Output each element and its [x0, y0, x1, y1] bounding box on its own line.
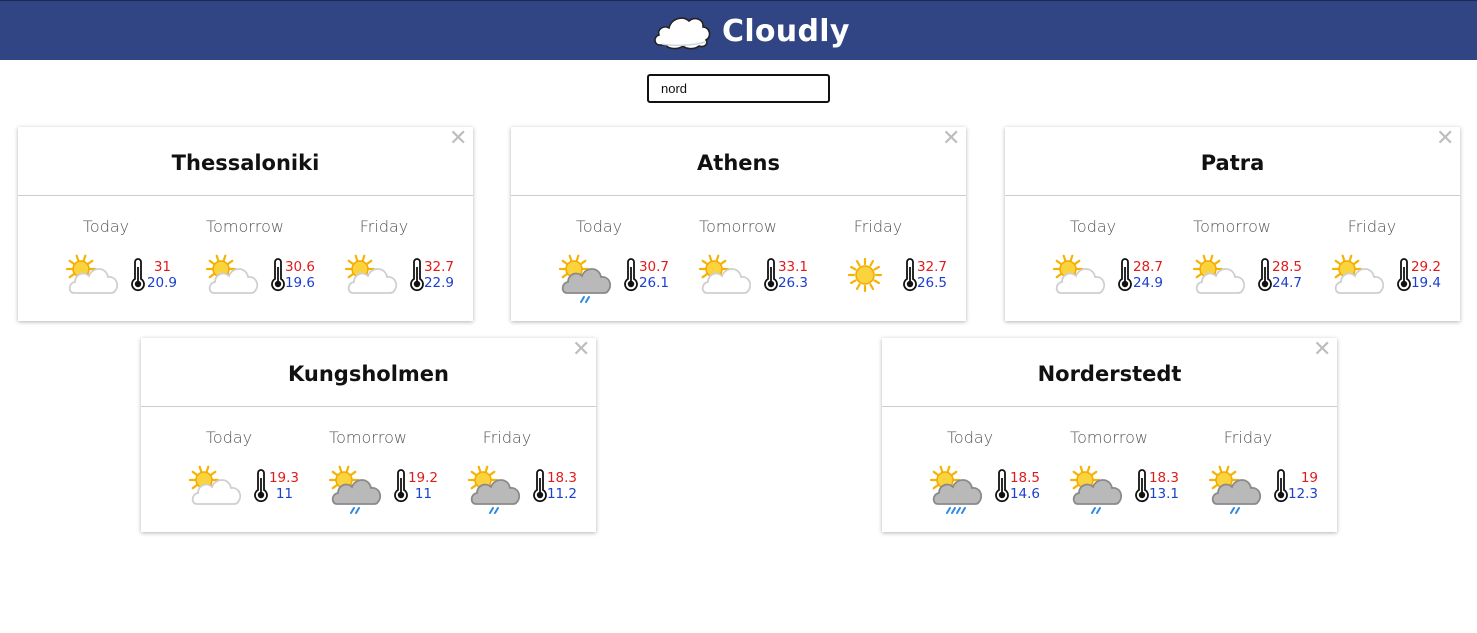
divider	[141, 406, 596, 407]
day-label: Tomorrow	[699, 217, 777, 236]
day-label: Tomorrow	[329, 428, 407, 447]
light-rain-icon	[328, 462, 384, 514]
light-rain-icon	[467, 462, 523, 514]
city-card: ✕ Patra Today Tomorrow Friday 28.7 24.9 …	[1005, 127, 1460, 321]
city-card: ✕ Norderstedt Today Tomorrow Friday 18.5…	[882, 338, 1337, 532]
brand: Cloudly	[652, 9, 850, 53]
partly-cloudy-icon	[188, 462, 244, 514]
partly-cloudy-icon	[205, 251, 261, 303]
day-label: Today	[82, 217, 130, 236]
partly-cloudy-icon	[1052, 251, 1108, 303]
city-card: ✕ Thessaloniki Today Tomorrow Friday 31 …	[18, 127, 473, 321]
high-temp: 18.5	[1009, 470, 1040, 486]
divider	[511, 195, 966, 196]
high-temp: 28.7	[1132, 259, 1163, 275]
high-temp: 18.3	[1148, 470, 1179, 486]
city-name: Thessaloniki	[171, 151, 320, 175]
low-temp: 19.6	[284, 275, 315, 291]
low-temp: 14.6	[1009, 486, 1040, 502]
high-temp: 19	[1300, 470, 1318, 486]
day-label: Friday	[359, 217, 409, 236]
high-temp: 18.3	[546, 470, 577, 486]
divider	[882, 406, 1337, 407]
low-temp: 26.1	[638, 275, 669, 291]
city-card: ✕ Kungsholmen Today Tomorrow Friday 19.3…	[141, 338, 596, 532]
close-icon[interactable]: ✕	[449, 128, 467, 150]
high-temp: 19.3	[268, 470, 299, 486]
high-temp: 30.7	[638, 259, 669, 275]
high-temp: 19.2	[407, 470, 438, 486]
day-label: Today	[205, 428, 253, 447]
day-label: Today	[1069, 217, 1117, 236]
day-label: Tomorrow	[1070, 428, 1148, 447]
city-name: Patra	[1200, 151, 1265, 175]
partly-cloudy-icon	[65, 251, 121, 303]
close-icon[interactable]: ✕	[1436, 128, 1454, 150]
day-label: Friday	[482, 428, 532, 447]
city-name: Kungsholmen	[288, 362, 449, 386]
city-name: Athens	[697, 151, 780, 175]
light-rain-icon	[1208, 462, 1264, 514]
low-temp: 26.5	[916, 275, 947, 291]
high-temp: 32.7	[916, 259, 947, 275]
low-temp: 24.9	[1132, 275, 1163, 291]
low-temp: 11	[275, 486, 293, 502]
partly-cloudy-icon	[344, 251, 400, 303]
light-rain-icon	[558, 251, 614, 303]
low-temp: 19.4	[1410, 275, 1441, 291]
high-temp: 32.7	[423, 259, 454, 275]
low-temp: 20.9	[146, 275, 177, 291]
low-temp: 11.2	[546, 486, 577, 502]
close-icon[interactable]: ✕	[1313, 339, 1331, 361]
low-temp: 22.9	[423, 275, 454, 291]
divider	[18, 195, 473, 196]
divider	[1005, 195, 1460, 196]
low-temp: 12.3	[1287, 486, 1318, 502]
high-temp: 28.5	[1271, 259, 1302, 275]
sunny-icon	[837, 251, 893, 303]
high-temp: 29.2	[1410, 259, 1441, 275]
high-temp: 30.6	[284, 259, 315, 275]
day-label: Today	[575, 217, 623, 236]
day-label: Friday	[1223, 428, 1273, 447]
low-temp: 13.1	[1148, 486, 1179, 502]
low-temp: 11	[414, 486, 432, 502]
day-label: Friday	[853, 217, 903, 236]
app-header: Cloudly	[0, 0, 1477, 60]
city-name: Norderstedt	[1037, 362, 1182, 386]
close-icon[interactable]: ✕	[572, 339, 590, 361]
high-temp: 33.1	[777, 259, 808, 275]
day-label: Friday	[1347, 217, 1397, 236]
day-label: Today	[946, 428, 994, 447]
partly-cloudy-icon	[1192, 251, 1248, 303]
rain-icon	[929, 462, 985, 514]
day-label: Tomorrow	[206, 217, 284, 236]
city-search-input[interactable]	[647, 74, 830, 103]
high-temp: 31	[153, 259, 171, 275]
cloud-logo-icon	[654, 17, 711, 50]
light-rain-icon	[1069, 462, 1125, 514]
day-label: Tomorrow	[1193, 217, 1271, 236]
low-temp: 24.7	[1271, 275, 1302, 291]
low-temp: 26.3	[777, 275, 808, 291]
app-title: Cloudly	[722, 13, 850, 49]
city-card: ✕ Athens Today Tomorrow Friday 30.7 26.1…	[511, 127, 966, 321]
close-icon[interactable]: ✕	[942, 128, 960, 150]
partly-cloudy-icon	[1331, 251, 1387, 303]
partly-cloudy-icon	[698, 251, 754, 303]
